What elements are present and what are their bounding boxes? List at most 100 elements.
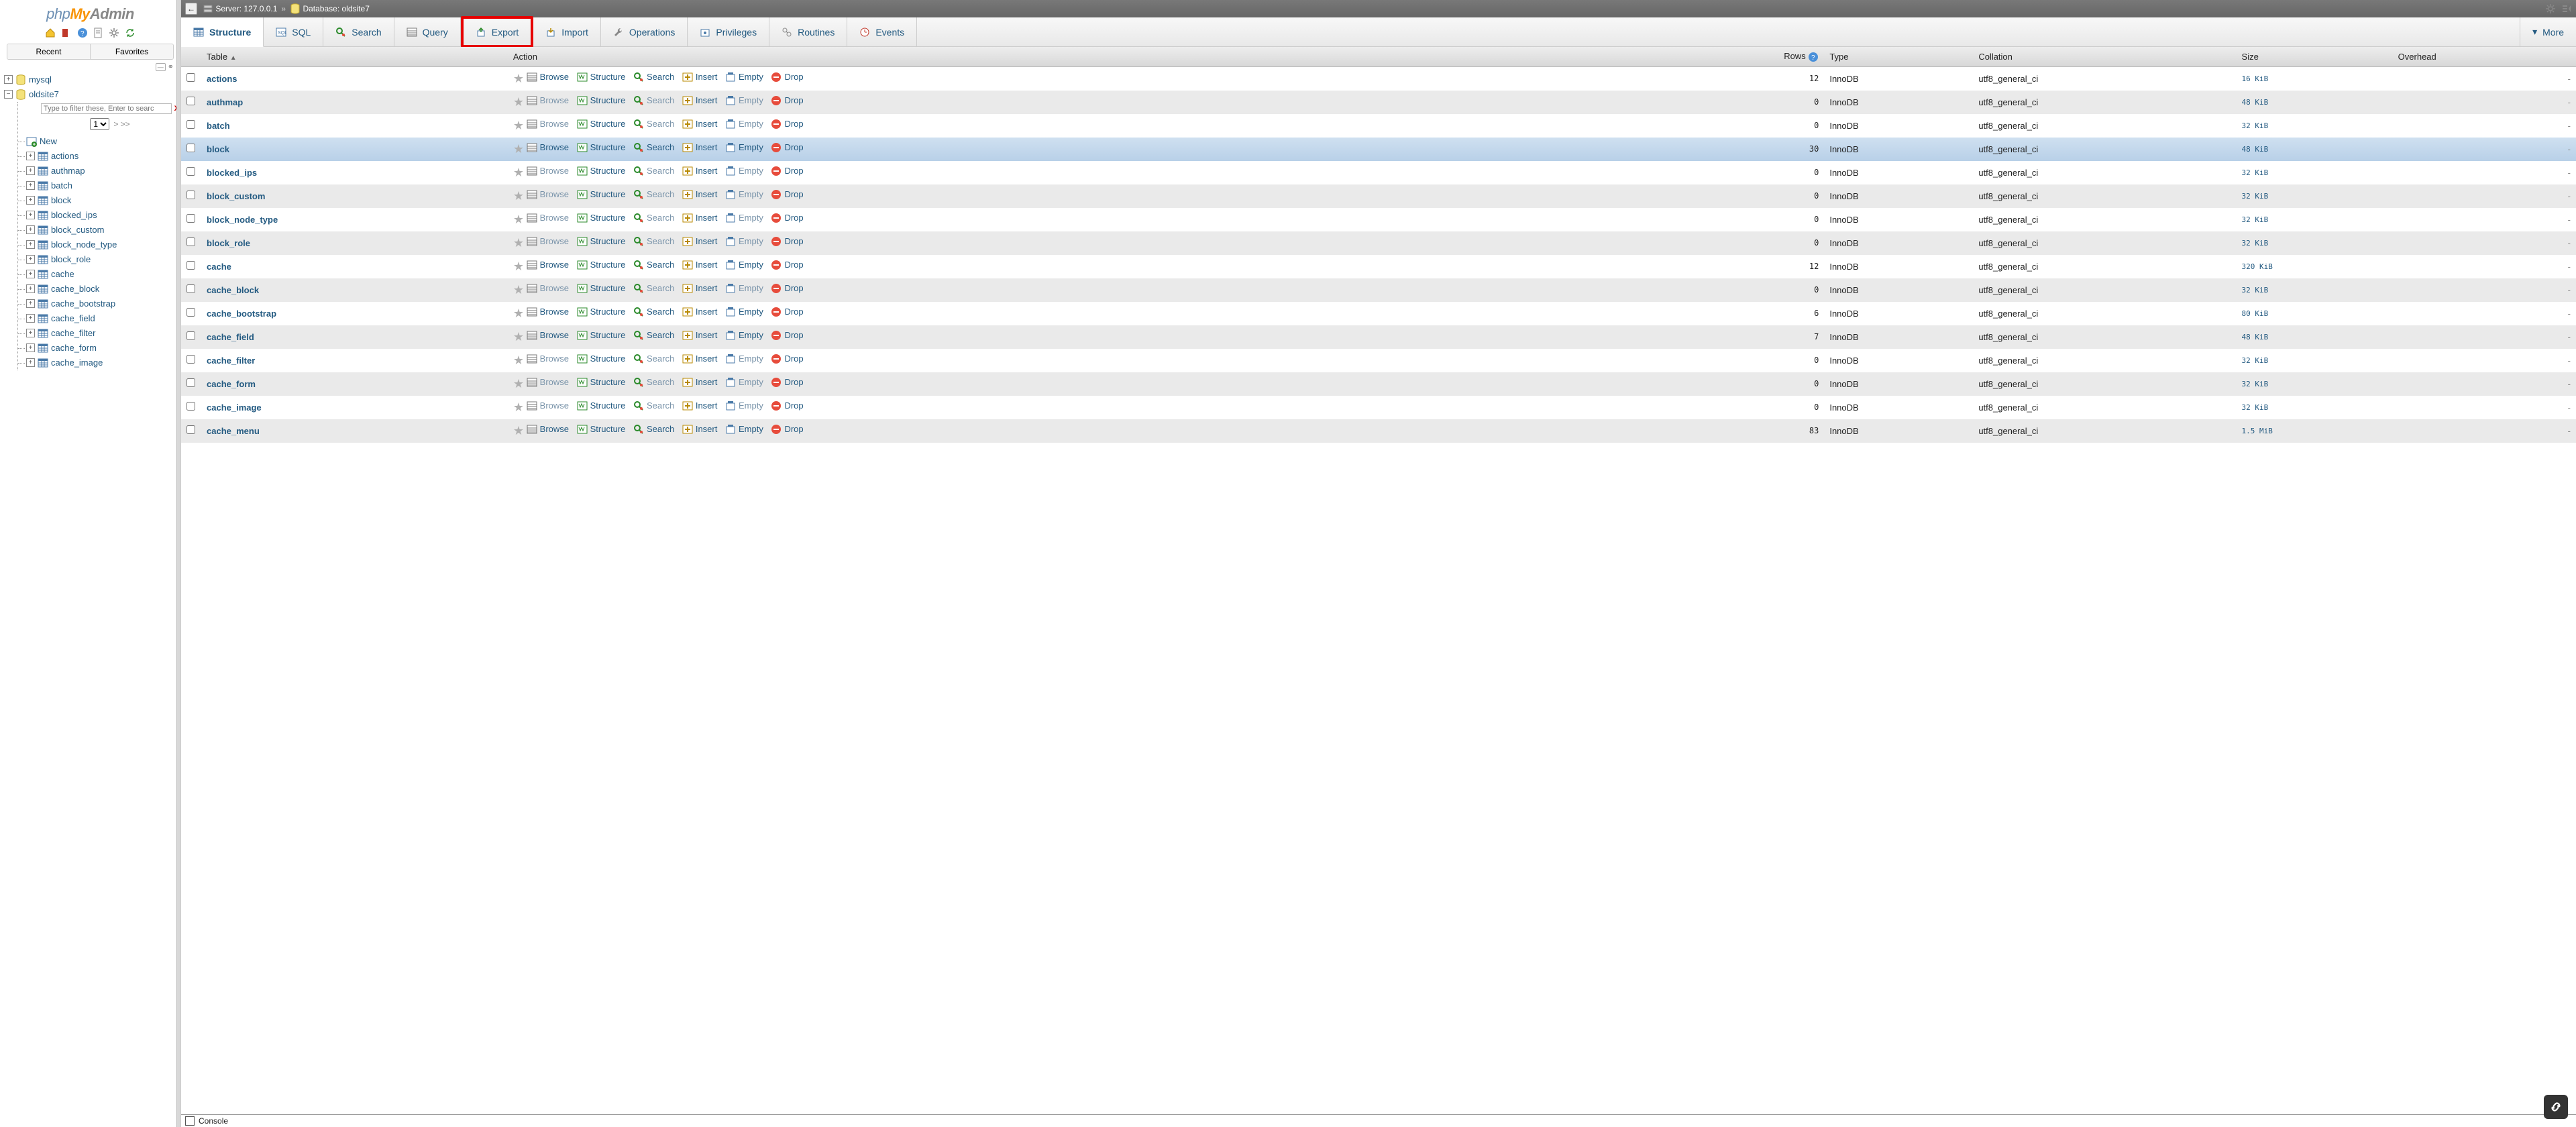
structure-action[interactable]: Structure (577, 119, 626, 129)
table-name-link[interactable]: cache (207, 262, 231, 272)
tree-table-item[interactable]: + block_role (18, 252, 179, 267)
row-size[interactable]: 32 KiB (2237, 231, 2393, 255)
search-action[interactable]: Search (633, 283, 674, 294)
col-collation[interactable]: Collation (1973, 47, 2236, 66)
browse-action[interactable]: Browse (527, 236, 569, 247)
search-action[interactable]: Search (633, 307, 674, 317)
reload-icon[interactable] (125, 28, 136, 38)
link-icon[interactable]: ⚭ (168, 63, 174, 71)
table-name-link[interactable]: block_custom (207, 191, 265, 201)
empty-action[interactable]: Empty (725, 142, 763, 153)
drop-action[interactable]: Drop (771, 400, 803, 411)
tree-table-item[interactable]: + block_custom (18, 223, 179, 237)
empty-action[interactable]: Empty (725, 354, 763, 364)
expand-icon[interactable]: + (26, 299, 35, 308)
row-checkbox[interactable] (186, 237, 195, 246)
row-checkbox[interactable] (186, 331, 195, 340)
row-checkbox[interactable] (186, 73, 195, 82)
tree-table-label[interactable]: block_custom (51, 225, 104, 235)
search-action[interactable]: Search (633, 95, 674, 106)
row-size[interactable]: 320 KiB (2237, 255, 2393, 278)
browse-action[interactable]: Browse (527, 400, 569, 411)
expand-icon[interactable]: + (26, 225, 35, 234)
console-bar[interactable]: Console (181, 1114, 2576, 1127)
tree-db-active[interactable]: − oldsite7 (1, 87, 179, 102)
search-action[interactable]: Search (633, 72, 674, 83)
tree-table-item[interactable]: + cache (18, 267, 179, 282)
tree-table-item[interactable]: + block_node_type (18, 237, 179, 252)
expand-icon[interactable]: + (26, 343, 35, 352)
empty-action[interactable]: Empty (725, 236, 763, 247)
structure-action[interactable]: Structure (577, 95, 626, 106)
expand-icon[interactable]: + (26, 166, 35, 175)
tree-table-item[interactable]: + cache_form (18, 341, 179, 356)
empty-action[interactable]: Empty (725, 95, 763, 106)
tree-table-label[interactable]: cache (51, 269, 74, 279)
empty-action[interactable]: Empty (725, 330, 763, 341)
tree-table-item[interactable]: + cache_block (18, 282, 179, 297)
structure-action[interactable]: Structure (577, 213, 626, 223)
tree-table-item[interactable]: + authmap (18, 164, 179, 178)
row-size[interactable]: 32 KiB (2237, 278, 2393, 302)
insert-action[interactable]: Insert (682, 166, 718, 176)
row-size[interactable]: 32 KiB (2237, 349, 2393, 372)
sidebar-resize-handle[interactable] (176, 0, 180, 1127)
structure-action[interactable]: Structure (577, 189, 626, 200)
row-checkbox[interactable] (186, 261, 195, 270)
structure-action[interactable]: Structure (577, 283, 626, 294)
table-name-link[interactable]: cache_filter (207, 356, 255, 366)
favorite-star-icon[interactable]: ★ (513, 354, 524, 367)
empty-action[interactable]: Empty (725, 307, 763, 317)
search-action[interactable]: Search (633, 142, 674, 153)
tree-table-item[interactable]: + cache_image (18, 356, 179, 370)
row-size[interactable]: 48 KiB (2237, 138, 2393, 161)
table-name-link[interactable]: cache_menu (207, 426, 260, 436)
row-checkbox[interactable] (186, 378, 195, 387)
help-icon[interactable] (77, 28, 88, 38)
tree-table-item[interactable]: + cache_bootstrap (18, 297, 179, 311)
browse-action[interactable]: Browse (527, 330, 569, 341)
tab-search[interactable]: Search (323, 17, 394, 46)
insert-action[interactable]: Insert (682, 283, 718, 294)
search-action[interactable]: Search (633, 213, 674, 223)
structure-action[interactable]: Structure (577, 354, 626, 364)
favorite-star-icon[interactable]: ★ (513, 72, 524, 85)
search-action[interactable]: Search (633, 400, 674, 411)
favorite-star-icon[interactable]: ★ (513, 377, 524, 390)
table-name-link[interactable]: block_node_type (207, 215, 278, 225)
row-size[interactable]: 48 KiB (2237, 91, 2393, 114)
tree-table-label[interactable]: blocked_ips (51, 210, 97, 220)
search-action[interactable]: Search (633, 236, 674, 247)
page-settings-icon[interactable] (2545, 3, 2556, 14)
expand-icon[interactable]: + (26, 358, 35, 367)
favorite-star-icon[interactable]: ★ (513, 424, 524, 437)
structure-action[interactable]: Structure (577, 72, 626, 83)
table-name-link[interactable]: blocked_ips (207, 168, 257, 178)
structure-action[interactable]: Structure (577, 377, 626, 388)
drop-action[interactable]: Drop (771, 72, 803, 83)
drop-action[interactable]: Drop (771, 213, 803, 223)
row-size[interactable]: 32 KiB (2237, 184, 2393, 208)
drop-action[interactable]: Drop (771, 330, 803, 341)
favorite-star-icon[interactable]: ★ (513, 283, 524, 297)
browse-action[interactable]: Browse (527, 424, 569, 435)
tab-more[interactable]: ▾ More (2520, 17, 2576, 46)
empty-action[interactable]: Empty (725, 260, 763, 270)
search-action[interactable]: Search (633, 189, 674, 200)
tab-export[interactable]: Export (461, 16, 533, 48)
tab-structure[interactable]: Structure (181, 17, 264, 47)
favorite-star-icon[interactable]: ★ (513, 166, 524, 179)
expand-icon[interactable]: + (26, 181, 35, 190)
expand-icon[interactable]: + (4, 75, 13, 84)
browse-action[interactable]: Browse (527, 72, 569, 83)
favorite-star-icon[interactable]: ★ (513, 236, 524, 250)
phpmyadmin-logo[interactable]: phpMyAdmin (0, 0, 180, 25)
insert-action[interactable]: Insert (682, 260, 718, 270)
tree-pager-next[interactable]: > >> (113, 119, 129, 129)
row-size[interactable]: 32 KiB (2237, 396, 2393, 419)
table-name-link[interactable]: block_role (207, 238, 250, 248)
tree-table-item[interactable]: + actions (18, 149, 179, 164)
favorite-star-icon[interactable]: ★ (513, 142, 524, 156)
structure-action[interactable]: Structure (577, 330, 626, 341)
tree-filter-input[interactable] (41, 103, 172, 114)
